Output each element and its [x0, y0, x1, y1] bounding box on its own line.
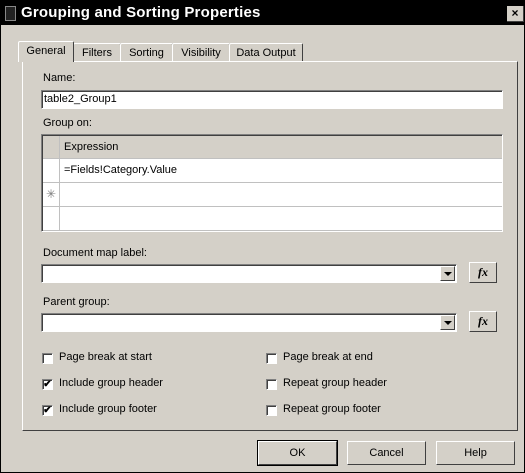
empty-row-header: [43, 207, 60, 230]
chevron-down-icon[interactable]: [440, 315, 455, 330]
title-bar[interactable]: Grouping and Sorting Properties ×: [1, 1, 524, 25]
function-icon: fx: [478, 314, 488, 328]
include-group-header-label[interactable]: Include group header: [59, 377, 163, 389]
group-expression-grid: Expression =Fields!Category.Value ✳: [41, 134, 503, 232]
new-row[interactable]: ✳: [43, 183, 502, 207]
document-map-combo[interactable]: [41, 264, 457, 283]
page-break-end-label[interactable]: Page break at end: [283, 351, 373, 363]
new-row-asterisk-icon: ✳: [43, 183, 60, 206]
parent-group-expression-button[interactable]: fx: [469, 311, 497, 332]
empty-row: [43, 207, 502, 231]
app-icon: [5, 6, 16, 21]
group-on-label: Group on:: [43, 117, 92, 129]
help-button[interactable]: Help: [436, 441, 515, 465]
expression-cell[interactable]: =Fields!Category.Value: [64, 164, 177, 176]
expression-column-header: Expression: [64, 141, 119, 153]
table-row[interactable]: =Fields!Category.Value: [43, 159, 502, 183]
repeat-group-header-label[interactable]: Repeat group header: [283, 377, 387, 389]
ok-button[interactable]: OK: [257, 440, 338, 466]
cancel-button[interactable]: Cancel: [347, 441, 426, 465]
grouping-sorting-dialog: Grouping and Sorting Properties × Genera…: [0, 0, 525, 473]
page-break-start-checkbox[interactable]: [42, 353, 53, 364]
document-map-label: Document map label:: [43, 247, 147, 259]
include-group-footer-checkbox[interactable]: ✔: [42, 405, 53, 416]
tab-data-output[interactable]: Data Output: [229, 43, 303, 61]
page-break-end-checkbox[interactable]: [266, 353, 277, 364]
tab-general[interactable]: General: [18, 41, 74, 62]
grid-header-row: Expression: [43, 136, 502, 159]
general-tab-panel: [22, 61, 518, 431]
include-group-footer-label[interactable]: Include group footer: [59, 403, 157, 415]
function-icon: fx: [478, 265, 488, 279]
parent-group-combo[interactable]: [41, 313, 457, 332]
close-button[interactable]: ×: [507, 6, 524, 22]
include-group-header-checkbox[interactable]: ✔: [42, 379, 53, 390]
name-label: Name:: [43, 72, 76, 84]
parent-group-label: Parent group:: [43, 296, 110, 308]
dialog-title: Grouping and Sorting Properties: [21, 4, 261, 21]
grid-header-rowhdr: [43, 136, 60, 158]
repeat-group-footer-label[interactable]: Repeat group footer: [283, 403, 381, 415]
tab-sorting[interactable]: Sorting: [120, 43, 173, 61]
row-header: [43, 159, 60, 182]
tab-visibility[interactable]: Visibility: [172, 43, 230, 61]
repeat-group-footer-checkbox[interactable]: [266, 405, 277, 416]
name-input[interactable]: table2_Group1: [41, 90, 503, 109]
page-break-start-label[interactable]: Page break at start: [59, 351, 152, 363]
tab-filters[interactable]: Filters: [73, 43, 121, 61]
repeat-group-header-checkbox[interactable]: [266, 379, 277, 390]
chevron-down-icon[interactable]: [440, 266, 455, 281]
doc-map-expression-button[interactable]: fx: [469, 262, 497, 283]
